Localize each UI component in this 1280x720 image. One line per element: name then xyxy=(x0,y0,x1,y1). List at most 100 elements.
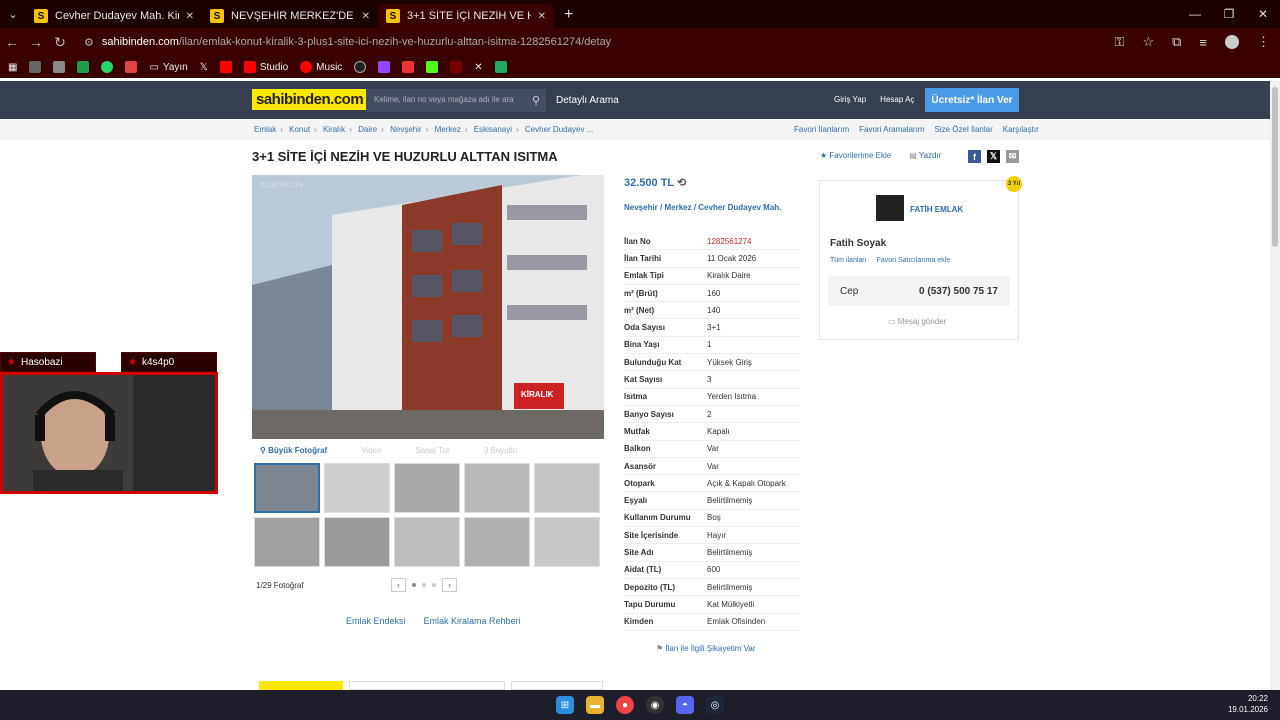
close-icon[interactable]: ✕ xyxy=(186,11,194,22)
restore-icon[interactable]: ❐ xyxy=(1212,7,1246,21)
sheets-icon[interactable] xyxy=(77,61,90,73)
breadcrumb-item[interactable]: Merkez xyxy=(435,125,461,134)
photo-thumbnail[interactable] xyxy=(394,517,460,567)
personal-ads-link[interactable]: Size Özel İlanlar xyxy=(934,125,992,134)
print-button[interactable]: ▤ Yazdır xyxy=(909,151,941,160)
register-link[interactable]: Hesap Aç xyxy=(880,95,914,104)
breadcrumb-item[interactable]: Daire xyxy=(358,125,377,134)
add-favorite-button[interactable]: ★ Favorilerime Ekle xyxy=(820,151,891,160)
page-scrollbar[interactable] xyxy=(1270,81,1280,691)
large-photo-tab[interactable]: ⚲ Büyük Fotoğraf xyxy=(260,446,327,455)
pager-dot[interactable] xyxy=(422,583,426,587)
store-logo[interactable] xyxy=(876,195,904,221)
all-ads-link[interactable]: Tüm ilanları xyxy=(830,257,867,264)
photo-thumbnail[interactable] xyxy=(254,517,320,567)
chrome-icon[interactable]: ● xyxy=(616,696,634,714)
rental-guide-link[interactable]: Emlak Kiralama Rehberi xyxy=(424,616,521,626)
bookmark-music[interactable]: Music xyxy=(300,61,342,73)
breadcrumb-item[interactable]: Emlak xyxy=(254,125,276,134)
tab-search-icon[interactable]: ⌄ xyxy=(0,0,26,28)
photo-thumbnail[interactable] xyxy=(324,463,390,513)
pager-dot[interactable] xyxy=(432,583,436,587)
bookmark-icon[interactable] xyxy=(53,61,66,73)
photo-thumbnail[interactable] xyxy=(394,463,460,513)
close-icon[interactable]: ✕ xyxy=(362,11,370,22)
send-message-link[interactable]: ▭ Mesaj gönder xyxy=(888,317,946,326)
reload-icon[interactable]: ↻ xyxy=(48,34,72,51)
bookmark-yayin[interactable]: ▭ Yayın xyxy=(149,62,187,73)
location-neighborhood[interactable]: Cevher Dudayev Mah. xyxy=(698,203,781,212)
browser-tab-3-active[interactable]: S 3+1 SİTE İÇİ NEZİH VE HUZURLU ✕ xyxy=(378,4,554,28)
login-link[interactable]: Giriş Yap xyxy=(834,95,866,104)
sahibinden-logo[interactable]: sahibinden.com xyxy=(252,89,368,110)
breadcrumb-item[interactable]: Eskisanayi xyxy=(474,125,512,134)
breadcrumb-item[interactable]: Cevher Dudayev ... xyxy=(525,125,593,134)
pager-dot[interactable] xyxy=(412,583,416,587)
minimize-icon[interactable]: — xyxy=(1178,7,1212,21)
file-explorer-icon[interactable]: ▬ xyxy=(586,696,604,714)
new-tab-button[interactable]: + xyxy=(564,6,573,24)
discord-icon[interactable]: ◓ xyxy=(676,696,694,714)
obs-icon[interactable]: ◉ xyxy=(646,696,664,714)
system-clock[interactable]: 20:22 19.01.2026 xyxy=(1228,693,1268,715)
location-district[interactable]: Merkez xyxy=(664,203,691,212)
detailed-search-link[interactable]: Detaylı Arama xyxy=(556,95,619,106)
breadcrumb-item[interactable]: Konut xyxy=(289,125,310,134)
price-history-icon[interactable]: ⟲ xyxy=(677,177,686,189)
phone-number[interactable]: 0 (537) 500 75 17 xyxy=(919,286,998,297)
browser-tab-2[interactable]: S NEVŞEHİR MERKEZ'DE CEVHER... ✕ xyxy=(202,4,378,28)
x-icon[interactable]: ✕ xyxy=(474,62,482,73)
breadcrumb-item[interactable]: Kiralık xyxy=(323,125,345,134)
chevron-right-icon[interactable]: › xyxy=(442,578,457,592)
bookmark-icon[interactable] xyxy=(402,61,415,73)
github-icon[interactable] xyxy=(354,61,367,73)
scrollbar-thumb[interactable] xyxy=(1272,87,1278,247)
search-icon[interactable]: ⚲ xyxy=(532,94,540,107)
email-share-icon[interactable]: ✉ xyxy=(1006,150,1019,163)
forward-icon[interactable]: → xyxy=(24,34,48,50)
reading-list-icon[interactable]: ≡ xyxy=(1199,35,1207,50)
photo-thumbnail[interactable] xyxy=(464,517,530,567)
search-input[interactable]: Kelime, ilan no veya mağaza adı ile ara ⚲ xyxy=(366,89,546,112)
compare-link[interactable]: Karşılaştır xyxy=(1003,125,1039,134)
chevron-left-icon[interactable]: ‹ xyxy=(391,578,406,592)
main-photo[interactable]: KİRALIK #1282561274 xyxy=(252,175,604,439)
facebook-share-icon[interactable]: f xyxy=(968,150,981,163)
url-field[interactable]: ⚙ sahibinden.com/ilan/emlak-konut-kirali… xyxy=(84,36,1115,49)
emlak-endeksi-link[interactable]: Emlak Endeksi xyxy=(346,616,406,626)
twitch-icon[interactable] xyxy=(378,61,391,73)
close-icon[interactable]: ✕ xyxy=(538,11,546,22)
bookmark-icon[interactable] xyxy=(494,61,507,73)
steam-icon[interactable]: ◎ xyxy=(706,696,724,714)
extensions-icon[interactable]: ⧉ xyxy=(1172,34,1181,50)
close-window-icon[interactable]: ✕ xyxy=(1246,7,1280,21)
whatsapp-icon[interactable] xyxy=(101,61,114,73)
browser-tab-1[interactable]: S Cevher Dudayev Mah. Kiralık D... ✕ xyxy=(26,4,202,28)
photo-thumbnail-selected[interactable] xyxy=(254,463,320,513)
kick-icon[interactable] xyxy=(426,61,439,73)
store-name[interactable]: FATİH EMLAK xyxy=(910,205,963,214)
favorite-seller-link[interactable]: Favori Satıcılarıma ekle xyxy=(877,257,951,264)
report-listing-link[interactable]: ⚑ İlan ile İlgili Şikayetim Var xyxy=(656,644,756,653)
start-icon[interactable]: ⊞ xyxy=(556,696,574,714)
favorite-searches-link[interactable]: Favori Aramalarım xyxy=(859,125,924,134)
x-share-icon[interactable]: 𝕏 xyxy=(987,150,1000,163)
bottom-yellow-button[interactable] xyxy=(259,681,343,690)
gmail-icon[interactable] xyxy=(125,61,138,73)
photo-thumbnail[interactable] xyxy=(534,463,600,513)
bookmark-icon[interactable] xyxy=(450,61,463,73)
photo-thumbnail[interactable] xyxy=(324,517,390,567)
x-icon[interactable]: 𝕏 xyxy=(200,62,208,73)
photo-thumbnail[interactable] xyxy=(464,463,530,513)
bookmark-icon[interactable] xyxy=(29,61,42,73)
favorite-ads-link[interactable]: Favori İlanlarım xyxy=(794,125,849,134)
site-info-icon[interactable]: ⚙ xyxy=(84,36,94,49)
key-icon[interactable]: ⚿ xyxy=(1115,34,1125,50)
youtube-icon[interactable] xyxy=(219,61,232,73)
post-ad-button[interactable]: Ücretsiz* İlan Ver xyxy=(925,88,1019,112)
bottom-button[interactable] xyxy=(349,681,505,690)
back-icon[interactable]: ← xyxy=(0,34,24,50)
bookmark-star-icon[interactable]: ☆ xyxy=(1142,34,1154,50)
breadcrumb-item[interactable]: Nevşehir xyxy=(390,125,422,134)
apps-icon[interactable]: ▦ xyxy=(8,62,17,73)
